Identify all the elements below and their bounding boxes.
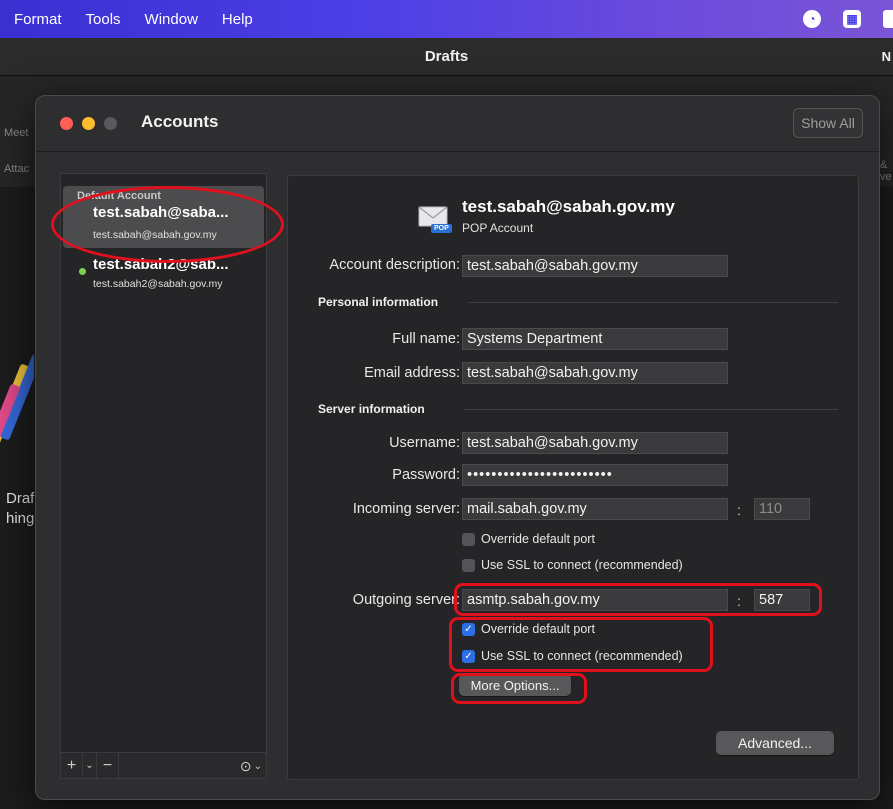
advanced-button[interactable]: Advanced... bbox=[716, 731, 834, 755]
menu-window[interactable]: Window bbox=[145, 11, 198, 28]
close-window-button[interactable] bbox=[60, 117, 73, 130]
speedometer-icon[interactable]: ◔ bbox=[803, 10, 821, 28]
account-name: test.sabah@saba... bbox=[93, 204, 229, 221]
more-options-button[interactable]: More Options... bbox=[459, 674, 571, 696]
zoom-window-button[interactable] bbox=[104, 117, 117, 130]
personal-information-heading: Personal information bbox=[318, 295, 439, 309]
account-description-label: Account description: bbox=[329, 257, 460, 273]
full-name-field[interactable]: Systems Department bbox=[462, 328, 728, 350]
menu-tools[interactable]: Tools bbox=[86, 11, 121, 28]
incoming-server-label: Incoming server: bbox=[352, 501, 460, 517]
outgoing-ssl-checkbox[interactable]: ✓ Use SSL to connect (recommended) bbox=[462, 649, 683, 663]
checkbox-unchecked-icon bbox=[462, 558, 475, 572]
incoming-ssl-checkbox[interactable]: Use SSL to connect (recommended) bbox=[462, 558, 683, 572]
chevron-down-icon: ⌄ bbox=[253, 760, 262, 772]
ghost-amp: & bbox=[880, 159, 888, 171]
outgoing-port-field[interactable]: 587 bbox=[754, 589, 810, 611]
background-logo-art bbox=[0, 352, 34, 472]
pop-badge: POP bbox=[431, 224, 452, 233]
checkbox-label: Use SSL to connect (recommended) bbox=[481, 649, 683, 663]
account-name: test.sabah2@sab... bbox=[93, 256, 229, 273]
remove-account-button[interactable]: − bbox=[97, 752, 119, 779]
outgoing-server-label: Outgoing server: bbox=[352, 592, 460, 608]
incoming-server-field[interactable]: mail.sabah.gov.my bbox=[462, 498, 728, 520]
add-account-button[interactable]: + bbox=[61, 752, 83, 779]
email-address-field[interactable]: test.sabah@sabah.gov.my bbox=[462, 362, 728, 384]
checkbox-label: Use SSL to connect (recommended) bbox=[481, 558, 683, 572]
account-list: Default Account test.sabah@saba... test.… bbox=[60, 173, 267, 779]
background-edge-text: N bbox=[881, 49, 891, 64]
section-divider bbox=[468, 302, 838, 303]
username-field[interactable]: test.sabah@sabah.gov.my bbox=[462, 432, 728, 454]
grid-icon[interactable]: ▦ bbox=[843, 10, 861, 28]
account-email: test.sabah@sabah.gov.my bbox=[93, 229, 217, 241]
account-detail-pane: POP test.sabah@sabah.gov.my POP Account … bbox=[287, 175, 859, 780]
outgoing-server-field[interactable]: asmtp.sabah.gov.my bbox=[462, 589, 728, 611]
password-field[interactable]: •••••••••••••••••••••••• bbox=[462, 464, 728, 486]
background-window-title: Drafts bbox=[424, 48, 469, 65]
incoming-port-field[interactable]: 110 bbox=[754, 498, 810, 520]
ghost-drafts: Draf bbox=[6, 490, 35, 507]
ghost-thing: hing bbox=[6, 510, 35, 527]
accounts-dialog: Accounts Show All Default Account test.s… bbox=[35, 95, 880, 800]
port-separator: : bbox=[737, 502, 741, 518]
menu-tray: ◔ ▦ bbox=[803, 0, 893, 38]
ghost-ve: ve bbox=[880, 171, 892, 183]
checkbox-label: Override default port bbox=[481, 622, 595, 636]
menu-format[interactable]: Format bbox=[14, 11, 62, 28]
account-item-default[interactable]: Default Account test.sabah@saba... test.… bbox=[63, 186, 264, 248]
server-information-heading: Server information bbox=[318, 402, 425, 416]
menu-help[interactable]: Help bbox=[222, 11, 253, 28]
username-label: Username: bbox=[389, 435, 460, 451]
account-header-email: test.sabah@sabah.gov.my bbox=[462, 197, 675, 216]
account-actions-menu[interactable]: ⊙ ⌄ bbox=[240, 753, 262, 779]
background-window-titlebar: Drafts N bbox=[0, 38, 893, 76]
ghost-meet: Meet bbox=[4, 127, 29, 139]
account-description-field[interactable]: test.sabah@sabah.gov.my bbox=[462, 255, 728, 277]
section-divider bbox=[464, 409, 838, 410]
port-separator: : bbox=[737, 593, 741, 609]
show-all-button[interactable]: Show All bbox=[793, 108, 863, 138]
account-email: test.sabah2@sabah.gov.my bbox=[93, 278, 223, 290]
ghost-attach: Attac bbox=[4, 163, 30, 175]
email-address-label: Email address: bbox=[364, 365, 460, 381]
menu-bar: Format Tools Window Help ◔ ▦ bbox=[0, 0, 893, 38]
dialog-titlebar: Accounts Show All bbox=[36, 96, 879, 152]
checkmark-icon: ✓ bbox=[462, 622, 475, 636]
checkbox-unchecked-icon bbox=[462, 532, 475, 546]
full-name-label: Full name: bbox=[392, 331, 460, 347]
account-item-secondary[interactable]: test.sabah2@sab... test.sabah2@sabah.gov… bbox=[61, 256, 266, 296]
checkmark-icon: ✓ bbox=[462, 649, 475, 663]
account-type: POP Account bbox=[462, 221, 534, 235]
outgoing-override-port-checkbox[interactable]: ✓ Override default port bbox=[462, 622, 595, 636]
control-center-icon[interactable] bbox=[883, 10, 893, 28]
default-account-label: Default Account bbox=[77, 190, 161, 202]
minimize-window-button[interactable] bbox=[82, 117, 95, 130]
more-actions-icon: ⊙ bbox=[239, 757, 252, 774]
account-list-toolbar: + ⌄ − ⊙ ⌄ bbox=[61, 752, 266, 779]
add-account-menu-icon[interactable]: ⌄ bbox=[83, 752, 97, 779]
incoming-override-port-checkbox[interactable]: Override default port bbox=[462, 532, 595, 546]
status-dot-icon bbox=[79, 268, 86, 275]
password-label: Password: bbox=[392, 467, 460, 483]
checkbox-label: Override default port bbox=[481, 532, 595, 546]
dialog-title: Accounts bbox=[141, 112, 219, 131]
